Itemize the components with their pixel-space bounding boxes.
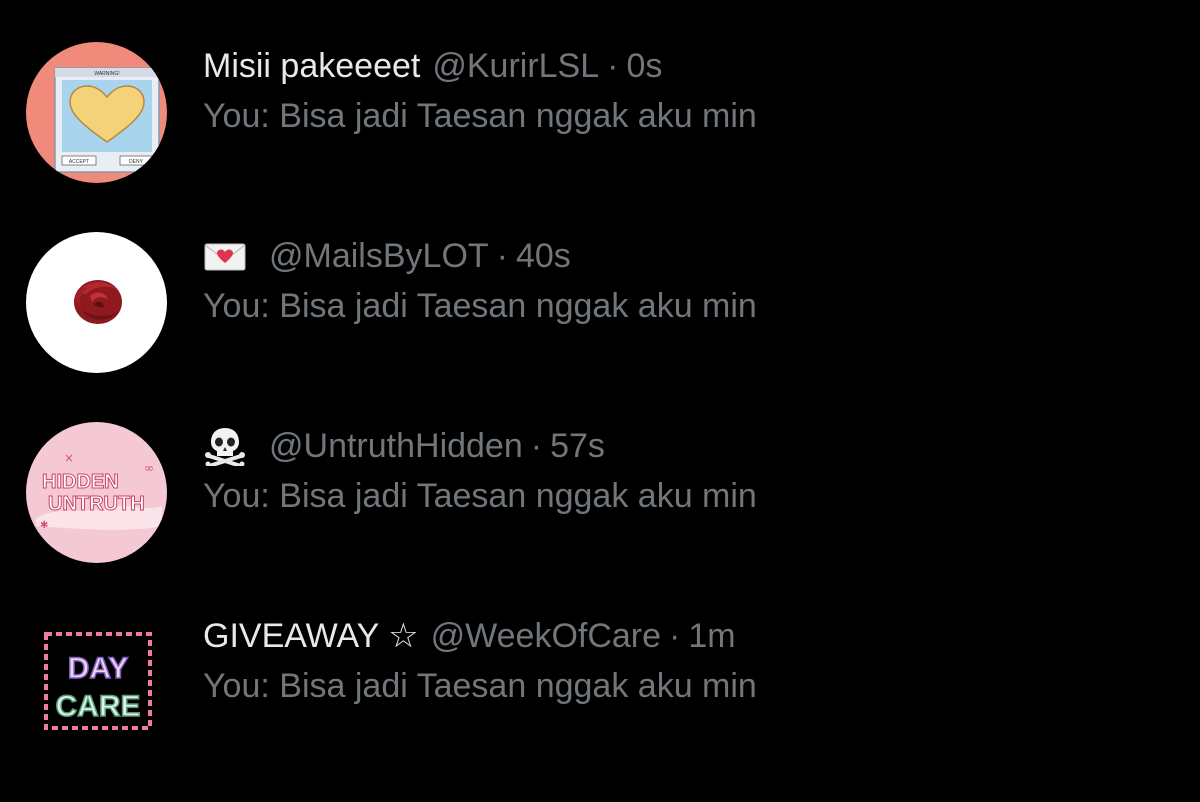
- day-care-logo: DAY CARE: [26, 612, 167, 753]
- care-text: CARE: [55, 690, 140, 723]
- dm-conversation-list: WARNING! ACCEPT DENY Misii pakeeeet @Kur…: [0, 0, 1200, 764]
- red-rose-icon: [26, 232, 167, 373]
- message-preview: You: Bisa jadi Taesan nggak aku min: [203, 97, 757, 135]
- separator-dot: ·: [496, 237, 508, 275]
- svg-text:✱: ✱: [40, 520, 48, 531]
- timestamp: 40s: [515, 237, 571, 275]
- conversation-header: @MailsByLOT · 40s: [203, 234, 571, 278]
- svg-text:∞: ∞: [144, 461, 154, 475]
- conversation-header: Misii pakeeeet @KurirLSL · 0s: [203, 44, 662, 88]
- avatar[interactable]: WARNING! ACCEPT DENY: [26, 42, 167, 183]
- separator-dot: ·: [530, 427, 543, 465]
- skull-and-crossbones-icon: [203, 426, 247, 466]
- user-handle: @KurirLSL: [432, 47, 600, 85]
- separator-dot: ·: [669, 617, 681, 655]
- conversation-header: GIVEAWAY ☆ @WeekOfCare · 1m: [203, 614, 736, 658]
- message-preview: You: Bisa jadi Taesan nggak aku min: [203, 287, 757, 325]
- conversation-item[interactable]: DAY CARE GIVEAWAY ☆ @WeekOfCare · 1m You…: [0, 612, 1200, 802]
- timestamp: 1m: [688, 617, 736, 655]
- day-text: DAY: [68, 652, 129, 685]
- deny-text: DENY: [129, 159, 144, 165]
- user-handle: @MailsByLOT: [269, 237, 489, 275]
- svg-text:×: ×: [64, 451, 74, 465]
- timestamp: 0s: [626, 47, 663, 85]
- conversation-item[interactable]: @MailsByLOT · 40s You: Bisa jadi Taesan …: [0, 232, 1200, 422]
- separator-dot: ·: [607, 47, 619, 85]
- message-preview: You: Bisa jadi Taesan nggak aku min: [203, 667, 757, 705]
- timestamp: 57s: [550, 427, 605, 465]
- conversation-item[interactable]: HIDDEN UNTRUTH × ∞ ✱ @UntruthHidden · 57…: [0, 422, 1200, 612]
- avatar[interactable]: DAY CARE: [26, 612, 167, 753]
- user-handle: @UntruthHidden: [269, 427, 523, 465]
- display-name: Misii pakeeeet: [203, 47, 421, 85]
- accept-text: ACCEPT: [69, 159, 89, 165]
- hidden-untruth-logo: HIDDEN UNTRUTH × ∞ ✱: [26, 422, 167, 563]
- avatar[interactable]: [26, 232, 167, 373]
- user-handle: @WeekOfCare: [430, 617, 662, 655]
- warning-dialog-heart-icon: WARNING! ACCEPT DENY: [26, 42, 167, 183]
- untruth-text: UNTRUTH: [48, 493, 145, 515]
- love-letter-icon: [203, 236, 247, 276]
- hidden-text: HIDDEN: [42, 471, 119, 493]
- display-name: GIVEAWAY ☆: [203, 617, 419, 655]
- conversation-item[interactable]: WARNING! ACCEPT DENY Misii pakeeeet @Kur…: [0, 42, 1200, 232]
- message-preview: You: Bisa jadi Taesan nggak aku min: [203, 477, 757, 515]
- conversation-header: @UntruthHidden · 57s: [203, 424, 605, 468]
- avatar[interactable]: HIDDEN UNTRUTH × ∞ ✱: [26, 422, 167, 563]
- warning-text: WARNING!: [94, 71, 119, 77]
